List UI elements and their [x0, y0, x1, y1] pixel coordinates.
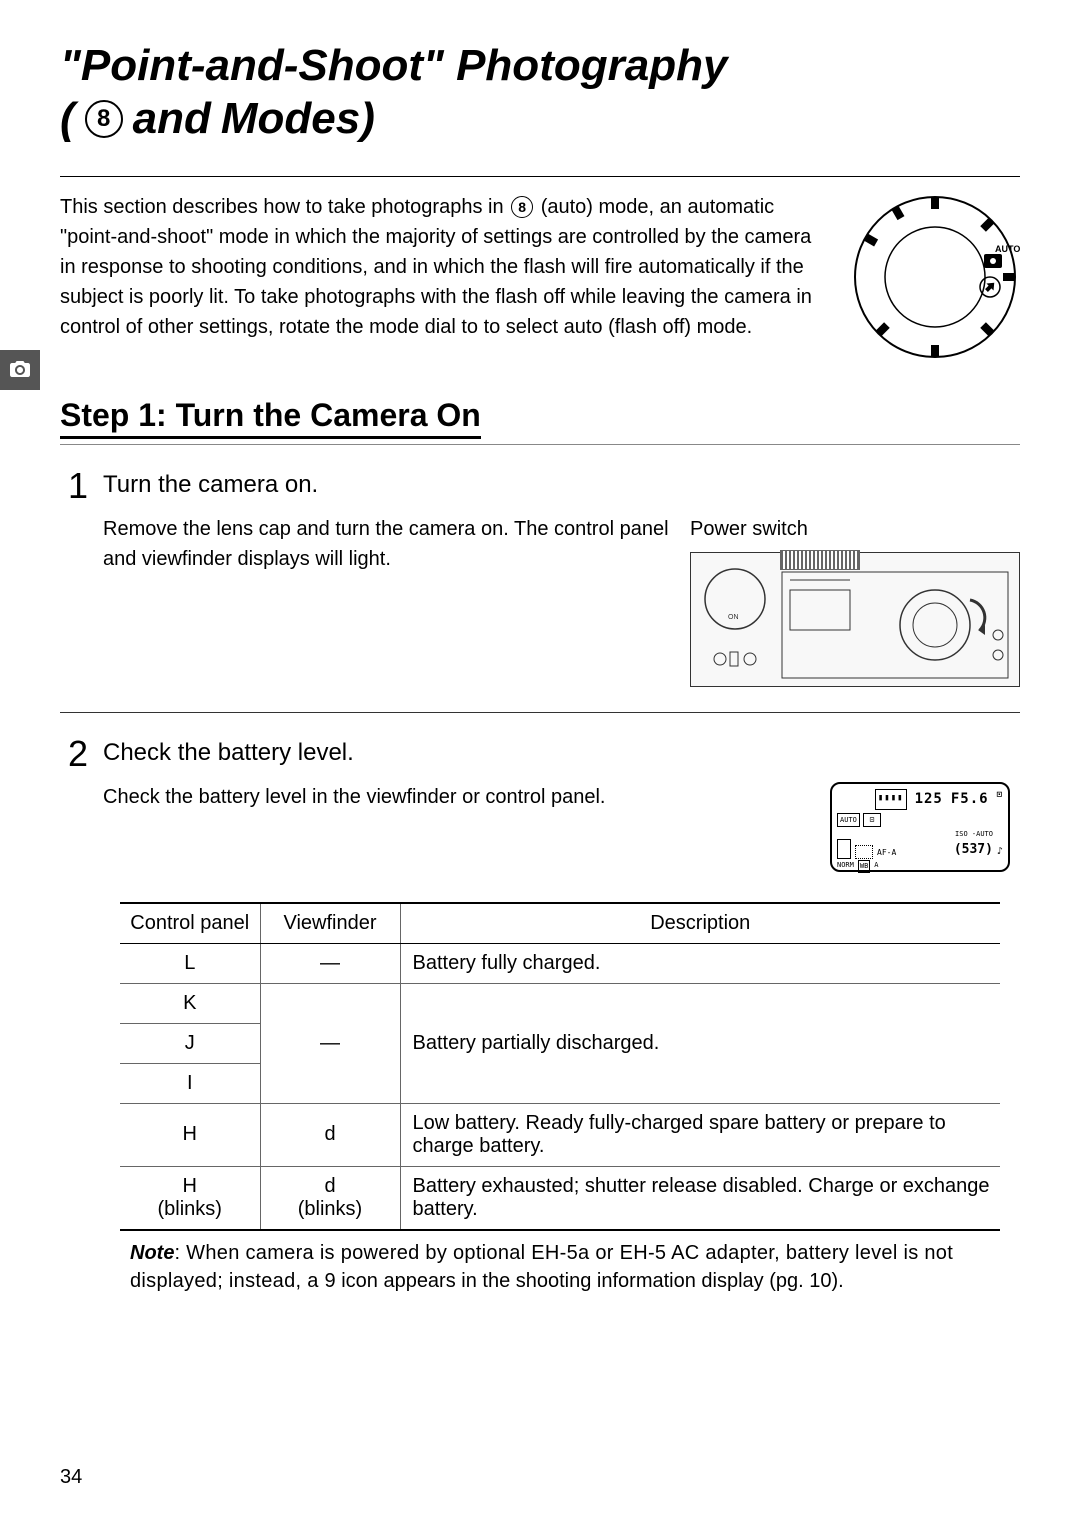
auto-mode-icon-inline: 8: [511, 196, 533, 218]
title-line2: ( 8 and Modes): [60, 93, 1020, 146]
chapter-tab-icon: [0, 350, 40, 390]
section-heading: Step 1: Turn the Camera On: [60, 397, 481, 439]
lcd-panel-illustration: ▮▮▮▮ 125 F5.6 ⊡ AUTO ⊡ AF-A: [830, 782, 1010, 872]
auto-mode-icon: 8: [85, 100, 123, 138]
table-header: Description: [400, 903, 1000, 944]
step-number: 1: [60, 465, 88, 687]
page-number: 34: [60, 1466, 82, 1489]
step-number: 2: [60, 733, 88, 872]
step-divider: [60, 712, 1020, 713]
step-title: Turn the camera on.: [103, 471, 1020, 499]
step-title: Check the battery level.: [103, 739, 1020, 767]
table-header: Control panel: [120, 903, 260, 944]
table-row: H d Low battery. Ready fully-charged spa…: [120, 1103, 1000, 1166]
table-note: Note: When camera is powered by optional…: [120, 1239, 1020, 1295]
section-divider: [60, 444, 1020, 445]
mode-dial-illustration: AUTO: [850, 192, 1020, 362]
step-text: Check the battery level in the viewfinde…: [103, 782, 810, 872]
intro-text: This section describes how to take photo…: [60, 192, 830, 362]
camera-illustration: ON: [690, 552, 1020, 687]
table-row: K — Battery partially discharged.: [120, 983, 1000, 1023]
svg-text:AUTO: AUTO: [995, 244, 1020, 254]
battery-level-table: Control panel Viewfinder Description L —…: [120, 902, 1000, 1231]
table-header: Viewfinder: [260, 903, 400, 944]
table-row: H (blinks) d (blinks) Battery exhausted;…: [120, 1166, 1000, 1230]
page-title: "Point-and-Shoot" Photography ( 8 and Mo…: [60, 40, 1020, 146]
intro-section: This section describes how to take photo…: [60, 192, 1020, 362]
power-switch-label: Power switch: [690, 514, 1020, 544]
step-2: 2 Check the battery level. Check the bat…: [60, 733, 1020, 872]
step-1: 1 Turn the camera on. Remove the lens ca…: [60, 465, 1020, 687]
step-text: Remove the lens cap and turn the camera …: [103, 514, 670, 687]
table-row: L — Battery fully charged.: [120, 943, 1000, 983]
title-divider: [60, 176, 1020, 177]
svg-text:ON: ON: [728, 614, 739, 621]
title-line1: "Point-and-Shoot" Photography: [60, 40, 1020, 93]
